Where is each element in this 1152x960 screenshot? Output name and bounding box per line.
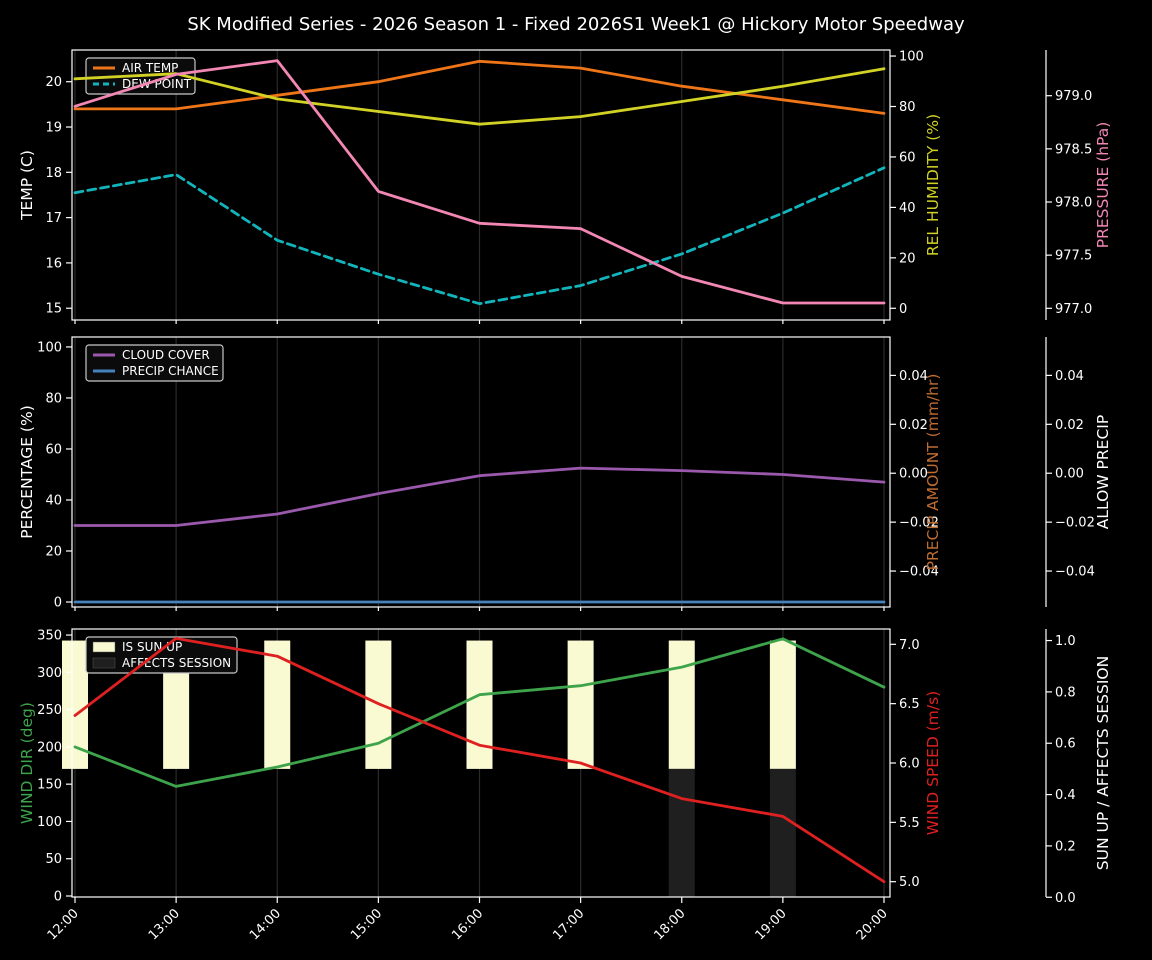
y-tick-label: 0.02 [1055, 418, 1084, 433]
y-tick-label: 0 [899, 302, 907, 317]
sun-axis-label: SUN UP / AFFECTS SESSION [1094, 656, 1112, 870]
y-tick-label: 15 [45, 302, 62, 317]
x-tick-label: 12:00 [45, 906, 82, 943]
sun-up-bar [769, 640, 796, 769]
x-tick-label: 16:00 [449, 906, 486, 943]
y-tick-label: 20 [899, 251, 916, 266]
legend-swatch [92, 641, 116, 653]
y-tick-label: −0.04 [1055, 565, 1095, 580]
y-tick-label: 40 [899, 201, 916, 216]
x-tick-label: 13:00 [146, 906, 183, 943]
y-tick-label: 20 [45, 75, 62, 90]
y-tick-label: 350 [37, 629, 62, 644]
y-tick-label: 978.0 [1055, 196, 1092, 211]
wind-panel: IS SUN UPAFFECTS SESSION 0 50 100 150 200 250 3… [18, 628, 1112, 906]
y-tick-label: 1.0 [1055, 634, 1076, 649]
x-tick-label: 17:00 [550, 906, 587, 943]
x-tick-label: 18:00 [651, 906, 688, 943]
x-tick-label: 19:00 [753, 906, 790, 943]
chart-canvas: AIR TEMPDEW POINT151617181920TEMP (C)020… [18, 49, 1112, 943]
y-tick-label: 19 [45, 121, 62, 136]
weather-figure: SK Modified Series - 2026 Season 1 - Fix… [0, 0, 1152, 960]
legend-label: PRECIP CHANCE [122, 364, 219, 378]
y-tick-label: 250 [37, 703, 62, 718]
y-tick-label: 977.0 [1055, 302, 1092, 317]
legend-swatch [92, 657, 116, 669]
x-tick-label: 15:00 [348, 906, 385, 943]
y-tick-label: 18 [45, 166, 62, 181]
y-tick-label: 150 [37, 778, 62, 793]
y-tick-label: 100 [37, 340, 62, 355]
y-tick-label: 20 [45, 544, 62, 559]
x-tick-label: 20:00 [854, 906, 891, 943]
y-tick-label: 0.4 [1055, 788, 1076, 803]
y-tick-label: 100 [37, 815, 62, 830]
y-tick-label: 0 [54, 596, 62, 611]
allow-precip-axis-label: ALLOW PRECIP [1094, 415, 1112, 529]
y-tick-label: 60 [899, 150, 916, 165]
temperature-panel: AIR TEMPDEW POINT151617181920TEMP (C)020… [18, 49, 1112, 324]
y-tick-label: 40 [45, 493, 62, 508]
y-tick-label: 17 [45, 211, 62, 226]
y-tick-label: 0.8 [1055, 685, 1076, 700]
y-tick-label: 200 [37, 740, 62, 755]
precipitation-panel: CLOUD COVER PRECIP CHANCE 0 20 40 60 80 100 PERC… [18, 336, 1112, 611]
x-tick-label: 14:00 [247, 906, 284, 943]
legend-label: CLOUD COVER [122, 348, 210, 362]
y-tick-label: 979.0 [1055, 89, 1092, 104]
sun-up-bar [668, 640, 695, 769]
y-tick-label: 0.04 [1055, 369, 1084, 384]
y-tick-label: 16 [45, 256, 62, 271]
wind-speed-axis-label: WIND SPEED (m/s) [924, 691, 942, 835]
y-tick-label: 7.0 [899, 638, 920, 653]
sun-up-bar [567, 640, 594, 769]
wind-dir-axis-label: WIND DIR (deg) [18, 702, 36, 824]
y-tick-label: 0.6 [1055, 737, 1076, 752]
y-tick-label: 5.5 [899, 816, 920, 831]
x-axis-labels: 12:00 13:00 14:00 15:00 16:00 17:00 18:00 19:00… [45, 906, 891, 943]
y-tick-label: 0.00 [1055, 467, 1084, 482]
affects-session-bar [769, 768, 796, 898]
y-tick-label: 50 [45, 852, 62, 867]
legend: CLOUD COVER PRECIP CHANCE [85, 344, 224, 382]
y-tick-label: 0.0 [1055, 891, 1076, 906]
y-tick-label: 978.5 [1055, 142, 1092, 157]
humidity-axis-label: REL HUMIDITY (%) [924, 114, 942, 256]
y-tick-label: 100 [899, 50, 924, 65]
y-tick-label: 60 [45, 442, 62, 457]
y-tick-label: 6.0 [899, 757, 920, 772]
y-tick-label: 80 [899, 100, 916, 115]
y-tick-label: 977.5 [1055, 249, 1092, 264]
affects-session-bar [668, 768, 695, 898]
percentage-axis-label: PERCENTAGE (%) [18, 405, 36, 539]
temp-axis-label: TEMP (C) [18, 150, 36, 221]
precip-amount-axis-label: PRECIP AMOUNT (mm/hr) [924, 374, 942, 571]
y-tick-label: 300 [37, 666, 62, 681]
pressure-axis-label: PRESSURE (hPa) [1094, 122, 1112, 249]
y-tick-label: 5.0 [899, 875, 920, 890]
legend: IS SUN UPAFFECTS SESSION [85, 636, 238, 674]
y-tick-label: −0.02 [1055, 516, 1095, 531]
sun-up-bar [466, 640, 493, 769]
y-tick-label: 0 [54, 890, 62, 905]
y-tick-label: 0.2 [1055, 839, 1076, 854]
y-tick-label: 6.5 [899, 697, 920, 712]
y-tick-label: 80 [45, 391, 62, 406]
